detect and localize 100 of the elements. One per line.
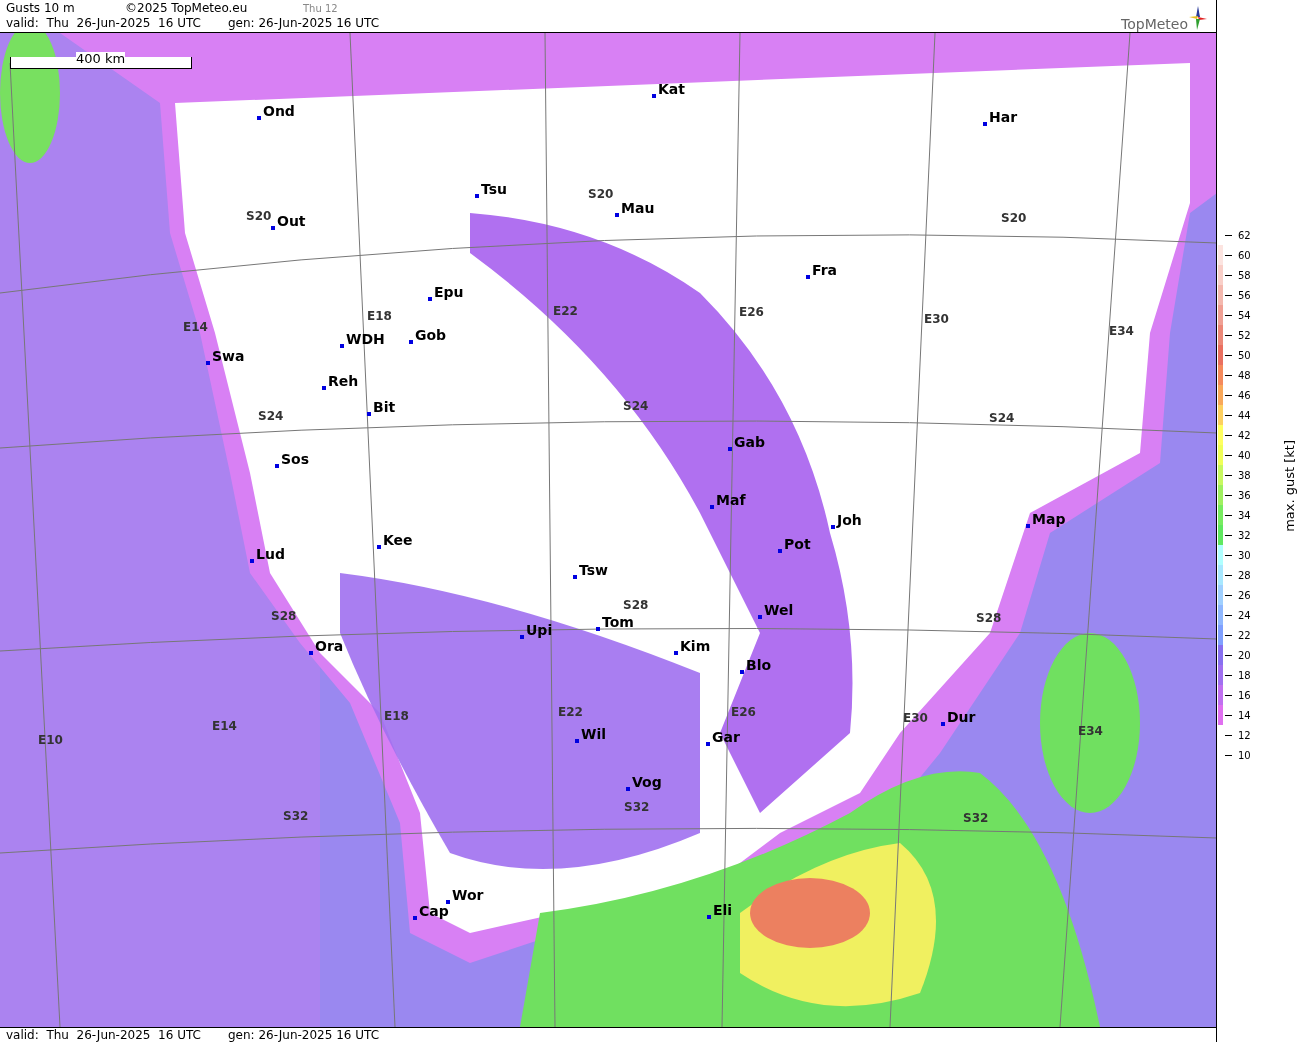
tick-label: 16 xyxy=(1238,689,1251,701)
map-title: Gusts 10 m xyxy=(6,1,76,16)
tick-label: 18 xyxy=(1238,669,1251,681)
station-marker xyxy=(831,525,835,529)
grid-label: E10 xyxy=(38,734,63,746)
station-label: Map xyxy=(1032,512,1066,526)
tick-label: 30 xyxy=(1238,549,1251,561)
station-label: Pot xyxy=(784,537,811,551)
station-marker xyxy=(428,297,432,301)
station-marker xyxy=(652,94,656,98)
valid-time: valid: Thu 26-Jun-2025 16 UTC xyxy=(6,1028,202,1042)
grid-label: S24 xyxy=(258,410,284,422)
tick-label: 40 xyxy=(1238,449,1251,461)
station-marker xyxy=(257,116,261,120)
tick-label: 52 xyxy=(1238,329,1251,341)
station-label: Lud xyxy=(256,547,285,561)
station-label: Upi xyxy=(526,623,553,637)
tick-label: 24 xyxy=(1238,609,1251,621)
station-marker xyxy=(309,651,313,655)
station-marker xyxy=(271,226,275,230)
grid-label: E26 xyxy=(731,706,756,718)
station-label: Vog xyxy=(632,775,662,789)
station-marker xyxy=(520,635,524,639)
station-marker xyxy=(275,464,279,468)
grid-label: S20 xyxy=(588,188,614,200)
tick-label: 62 xyxy=(1238,229,1251,241)
station-label: Epu xyxy=(434,285,464,299)
station-marker xyxy=(758,615,762,619)
grid-label: E34 xyxy=(1109,325,1134,337)
station-label: Bit xyxy=(373,400,396,414)
station-label: Mau xyxy=(621,201,655,215)
tick-label: 14 xyxy=(1238,709,1251,721)
station-marker xyxy=(941,722,945,726)
tick-label: 50 xyxy=(1238,349,1251,361)
grid-label: E22 xyxy=(558,706,583,718)
scale-label: 400 km xyxy=(76,52,126,66)
tick-label: 46 xyxy=(1238,389,1251,401)
tick-label: 56 xyxy=(1238,289,1251,301)
station-label: Ora xyxy=(315,639,344,653)
grid-label: S28 xyxy=(271,610,297,622)
tick-label: 38 xyxy=(1238,469,1251,481)
grid-label: S32 xyxy=(283,810,309,822)
tick-label: 28 xyxy=(1238,569,1251,581)
generated-time: gen: 26-Jun-2025 16 UTC xyxy=(228,16,380,31)
legend-title: max. gust [kt] xyxy=(1282,440,1297,532)
station-label: Eli xyxy=(713,903,733,917)
station-label: Kat xyxy=(658,82,685,96)
station-marker xyxy=(710,505,714,509)
station-label: Cap xyxy=(419,904,449,918)
station-marker xyxy=(615,213,619,217)
grid-label: E22 xyxy=(553,305,578,317)
station-label: Tsw xyxy=(579,563,608,577)
station-label: Ond xyxy=(263,104,295,118)
station-label: Har xyxy=(989,110,1018,124)
station-marker xyxy=(806,275,810,279)
grid-label: S28 xyxy=(623,599,649,611)
tick-label: 26 xyxy=(1238,589,1251,601)
station-marker xyxy=(626,787,630,791)
station-marker xyxy=(250,559,254,563)
station-marker xyxy=(446,900,450,904)
logo-text: TopMeteo xyxy=(1121,17,1188,32)
station-marker xyxy=(674,651,678,655)
station-marker xyxy=(1026,524,1030,528)
station-marker xyxy=(728,447,732,451)
station-label: Tsu xyxy=(481,182,507,196)
copyright-text: ©2025 TopMeteo.eu xyxy=(125,1,249,16)
station-label: Blo xyxy=(746,658,772,672)
tick-label: 22 xyxy=(1238,629,1251,641)
tick-label: 34 xyxy=(1238,509,1251,521)
station-marker xyxy=(409,340,413,344)
grid-label: E14 xyxy=(212,720,237,732)
grid-label: S32 xyxy=(963,812,989,824)
station-label: Fra xyxy=(812,263,838,277)
station-label: Kim xyxy=(680,639,711,653)
station-marker xyxy=(983,122,987,126)
grid-label: S20 xyxy=(246,210,272,222)
station-label: Dur xyxy=(947,710,976,724)
generated-time: gen: 26-Jun-2025 16 UTC xyxy=(228,1028,380,1042)
station-marker xyxy=(475,194,479,198)
station-label: Kee xyxy=(383,533,413,547)
grid-label: E26 xyxy=(739,306,764,318)
station-label: Reh xyxy=(328,374,359,388)
valid-time: valid: Thu 26-Jun-2025 16 UTC xyxy=(6,16,202,31)
time-tag: Thu 12 xyxy=(303,1,338,16)
grid-label: E14 xyxy=(183,321,208,333)
tick-label: 54 xyxy=(1238,309,1251,321)
station-label: Swa xyxy=(212,349,245,363)
tick-label: 58 xyxy=(1238,269,1251,281)
grid-label: E30 xyxy=(924,313,949,325)
grid-label: E18 xyxy=(367,310,392,322)
tick-label: 44 xyxy=(1238,409,1251,421)
station-label: Gob xyxy=(415,328,447,342)
station-label: Tom xyxy=(602,615,634,629)
grid-label: E18 xyxy=(384,710,409,722)
tick-label: 10 xyxy=(1238,749,1251,761)
station-marker xyxy=(322,386,326,390)
station-marker xyxy=(377,545,381,549)
station-marker xyxy=(707,915,711,919)
tick-label: 32 xyxy=(1238,529,1251,541)
tick-label: 12 xyxy=(1238,729,1251,741)
